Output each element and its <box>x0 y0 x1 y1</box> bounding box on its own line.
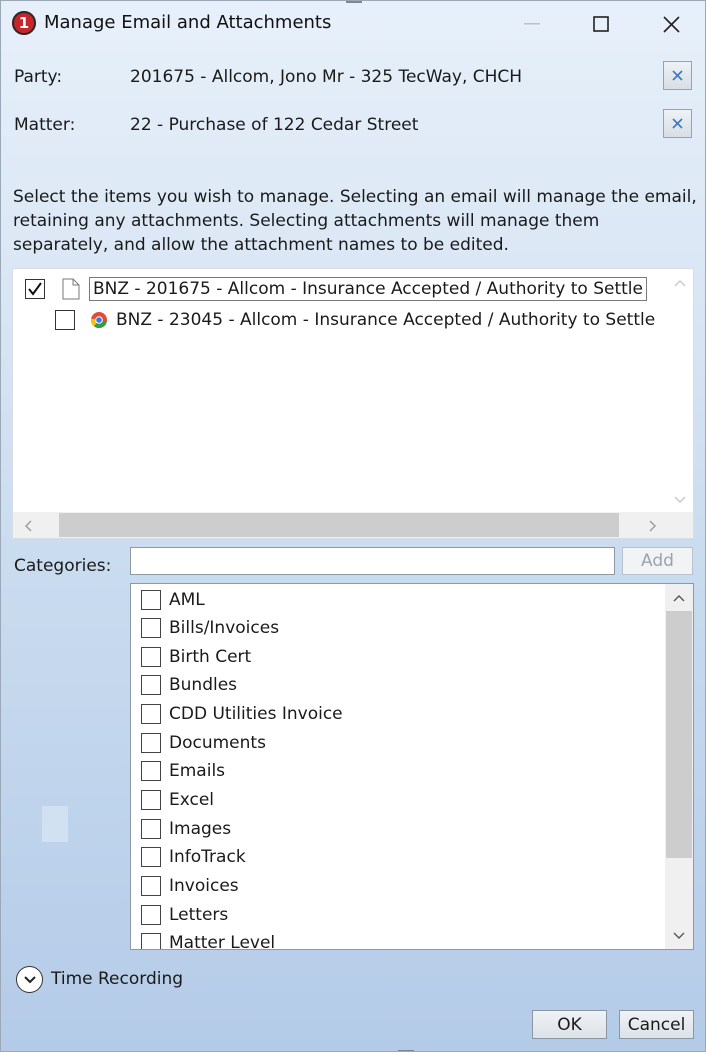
category-item[interactable]: Documents <box>141 731 266 755</box>
dialog-window: 1 Manage Email and Attachments Party: 20… <box>0 0 706 1052</box>
category-item[interactable]: Letters <box>141 903 228 927</box>
close-button[interactable] <box>643 1 699 47</box>
app-logo-icon: 1 <box>12 11 36 35</box>
item-name: BNZ - 23045 - Allcom - Insurance Accepte… <box>116 310 656 330</box>
ok-button[interactable]: OK <box>532 1010 607 1039</box>
scroll-left-icon[interactable] <box>24 520 32 532</box>
add-category-button[interactable]: Add <box>622 547 693 575</box>
category-label: Bundles <box>169 675 238 695</box>
category-label: Birth Cert <box>169 647 252 667</box>
category-label: CDD Utilities Invoice <box>169 704 343 724</box>
category-item[interactable]: Emails <box>141 759 225 783</box>
category-label: Emails <box>169 761 226 781</box>
item-checkbox[interactable] <box>25 279 45 299</box>
category-checkbox[interactable] <box>141 733 161 753</box>
time-recording-expander[interactable] <box>16 966 43 993</box>
category-checkbox[interactable] <box>141 847 161 867</box>
category-checkbox[interactable] <box>141 819 161 839</box>
ghost-artifact <box>42 806 68 842</box>
item-checkbox[interactable] <box>55 310 75 330</box>
category-item[interactable]: AML <box>141 588 205 612</box>
minimize-icon <box>524 23 540 25</box>
category-checkbox[interactable] <box>141 618 161 638</box>
item-row[interactable]: BNZ - 201675 - Allcom - Insurance Accept… <box>25 276 647 302</box>
scroll-down-icon[interactable] <box>673 932 685 940</box>
vertical-scroll-thumb[interactable] <box>666 611 692 858</box>
category-input[interactable] <box>130 547 615 575</box>
category-checkbox[interactable] <box>141 647 161 667</box>
category-checkbox[interactable] <box>141 790 161 810</box>
category-checkbox[interactable] <box>141 876 161 896</box>
category-label: Letters <box>169 905 229 925</box>
category-item[interactable]: InfoTrack <box>141 845 246 869</box>
category-label: Documents <box>169 733 266 753</box>
category-item[interactable]: Bundles <box>141 673 237 697</box>
time-recording-label[interactable]: Time Recording <box>51 969 183 989</box>
document-icon <box>62 278 80 300</box>
category-label: Bills/Invoices <box>169 618 280 638</box>
category-label: Invoices <box>169 876 239 896</box>
matter-label: Matter: <box>14 115 76 135</box>
party-value: 201675 - Allcom, Jono Mr - 325 TecWay, C… <box>130 67 523 87</box>
scroll-up-icon[interactable] <box>674 279 686 287</box>
category-label: Excel <box>169 790 215 810</box>
category-checkbox[interactable] <box>141 933 161 949</box>
scroll-down-icon[interactable] <box>674 496 686 504</box>
category-checkbox[interactable] <box>141 905 161 925</box>
item-row[interactable]: BNZ - 23045 - Allcom - Insurance Accepte… <box>55 307 655 333</box>
checkmark-icon <box>28 282 42 296</box>
instructions-text: Select the items you wish to manage. Sel… <box>13 187 697 255</box>
scroll-right-icon[interactable] <box>649 520 657 532</box>
window-title: Manage Email and Attachments <box>44 12 332 33</box>
party-label: Party: <box>14 67 63 87</box>
category-item[interactable]: Matter Level <box>141 931 276 950</box>
chrome-icon <box>90 312 107 329</box>
scroll-up-icon[interactable] <box>673 594 685 602</box>
category-item[interactable]: Invoices <box>141 874 239 898</box>
category-item[interactable]: Excel <box>141 788 214 812</box>
horizontal-scroll-thumb[interactable] <box>59 513 619 537</box>
category-item[interactable]: Bills/Invoices <box>141 616 279 640</box>
categories-label: Categories: <box>14 556 112 576</box>
maximize-icon <box>593 16 609 32</box>
category-item[interactable]: CDD Utilities Invoice <box>141 702 343 726</box>
category-label: Images <box>169 819 232 839</box>
cancel-button[interactable]: Cancel <box>619 1010 694 1039</box>
category-item[interactable]: Birth Cert <box>141 645 251 669</box>
clear-x-icon <box>672 118 683 129</box>
items-vertical-scrollbar[interactable] <box>666 269 693 512</box>
category-checkbox[interactable] <box>141 675 161 695</box>
clear-x-icon <box>672 70 683 81</box>
category-item[interactable]: Images <box>141 817 231 841</box>
maximize-button[interactable] <box>573 1 629 47</box>
items-horizontal-scrollbar[interactable] <box>13 512 693 538</box>
categories-vertical-scrollbar[interactable] <box>665 584 693 949</box>
matter-value: 22 - Purchase of 122 Cedar Street <box>130 115 419 135</box>
minimize-button[interactable] <box>504 1 560 47</box>
item-name-editor[interactable]: BNZ - 201675 - Allcom - Insurance Accept… <box>89 277 647 301</box>
category-checkbox[interactable] <box>141 761 161 781</box>
title-bar[interactable]: 1 Manage Email and Attachments <box>1 1 705 47</box>
clear-party-button[interactable] <box>663 61 692 90</box>
chevron-down-icon <box>23 975 36 983</box>
category-checkbox[interactable] <box>141 704 161 724</box>
category-label: AML <box>169 590 205 610</box>
close-icon <box>662 15 680 33</box>
clear-matter-button[interactable] <box>663 109 692 138</box>
items-tree[interactable]: BNZ - 201675 - Allcom - Insurance Accept… <box>12 268 694 539</box>
categories-list[interactable]: AML Bills/Invoices Birth Cert Bundles CD… <box>130 583 694 950</box>
category-checkbox[interactable] <box>141 590 161 610</box>
category-label: InfoTrack <box>169 847 246 867</box>
category-label: Matter Level <box>169 933 276 950</box>
